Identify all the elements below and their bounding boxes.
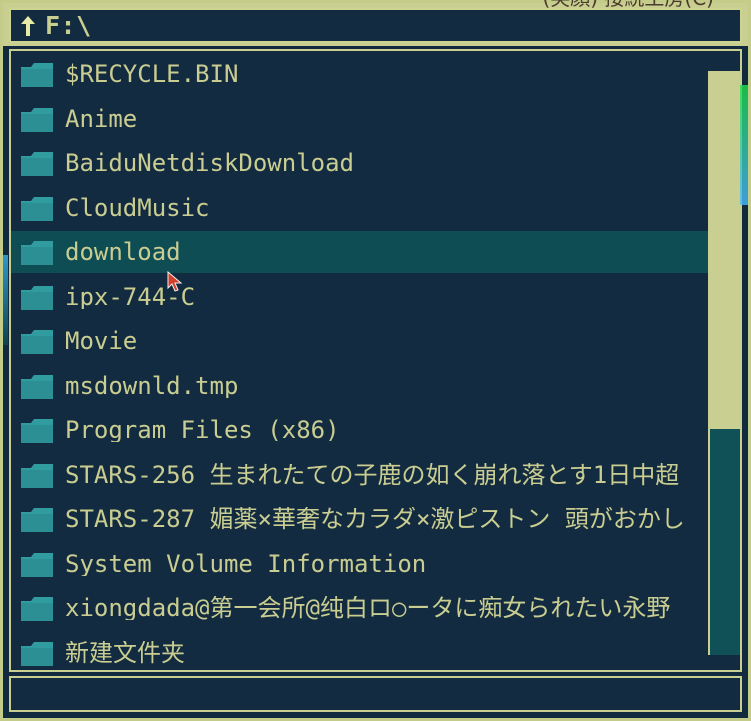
folder-row[interactable]: STARS-256 生まれたての子鹿の如く崩れ落とす1日中超 xyxy=(11,454,708,496)
folder-icon xyxy=(19,504,55,534)
current-path: F:\ xyxy=(45,11,92,40)
folder-list-panel: $RECYCLE.BIN Anime BaiduNetdiskDownload Clo… xyxy=(9,49,742,672)
file-browser-window: (笑顔) 接続工房(C) F:\ $RECYCLE.BINAnimeBaiduN… xyxy=(0,0,751,721)
scrollbar-thumb[interactable] xyxy=(710,71,740,429)
folder-row[interactable]: xiongdada@第一会所@纯白ロ○ータに痴女られたい永野 xyxy=(11,587,708,629)
folder-icon xyxy=(19,593,55,623)
folder-row[interactable]: 新建文件夹 xyxy=(11,632,708,671)
folder-icon xyxy=(19,460,55,490)
folder-name: System Volume Information xyxy=(65,551,427,576)
folder-row[interactable]: Program Files (x86) xyxy=(11,409,708,451)
folder-name: xiongdada@第一会所@纯白ロ○ータに痴女られたい永野 xyxy=(65,596,671,620)
folder-icon xyxy=(19,59,55,89)
folder-icon xyxy=(19,549,55,579)
status-input-bar[interactable] xyxy=(9,676,742,712)
folder-icon xyxy=(19,415,55,445)
vertical-scrollbar[interactable] xyxy=(708,71,740,655)
folder-row[interactable]: BaiduNetdiskDownload xyxy=(11,142,708,184)
folder-icon xyxy=(19,193,55,223)
folder-name: STARS-256 生まれたての子鹿の如く崩れ落とす1日中超 xyxy=(65,462,680,487)
folder-row[interactable]: msdownld.tmp xyxy=(11,365,708,407)
folder-icon xyxy=(19,148,55,178)
folder-row[interactable]: CloudMusic xyxy=(11,187,708,229)
up-arrow-icon[interactable] xyxy=(19,14,37,38)
folder-icon xyxy=(19,371,55,401)
folder-name: Program Files (x86) xyxy=(65,418,340,442)
folder-row[interactable]: System Volume Information xyxy=(11,543,708,585)
folder-name: $RECYCLE.BIN xyxy=(65,62,239,86)
folder-row[interactable]: ipx-744-C xyxy=(11,276,708,318)
folder-icon xyxy=(19,104,55,134)
folder-name: download xyxy=(65,240,181,264)
left-edge-accent xyxy=(3,255,8,345)
folder-icon xyxy=(19,326,55,356)
folder-name: 新建文件夹 xyxy=(65,640,185,665)
folder-name: CloudMusic xyxy=(65,195,210,220)
folder-row[interactable]: STARS-287 媚薬×華奢なカラダ×激ピストン 頭がおかし xyxy=(11,498,708,540)
folder-row-selected[interactable]: download xyxy=(11,231,740,273)
folder-list: $RECYCLE.BIN Anime BaiduNetdiskDownload Clo… xyxy=(11,51,740,670)
address-bar[interactable]: F:\ xyxy=(9,8,742,43)
folder-row[interactable]: Anime xyxy=(11,98,708,140)
folder-name: Movie xyxy=(65,329,138,353)
mouse-pointer-icon xyxy=(166,271,184,293)
folder-icon xyxy=(19,282,55,312)
folder-row[interactable]: Movie xyxy=(11,320,708,362)
folder-name: BaiduNetdiskDownload xyxy=(65,151,354,175)
folder-name: msdownld.tmp xyxy=(65,373,239,398)
right-edge-accent xyxy=(740,85,748,205)
folder-name: Anime xyxy=(65,106,138,131)
folder-row[interactable]: $RECYCLE.BIN xyxy=(11,53,708,95)
folder-icon xyxy=(19,237,55,267)
folder-icon xyxy=(19,638,55,668)
folder-name: STARS-287 媚薬×華奢なカラダ×激ピストン 頭がおかし xyxy=(65,507,685,531)
